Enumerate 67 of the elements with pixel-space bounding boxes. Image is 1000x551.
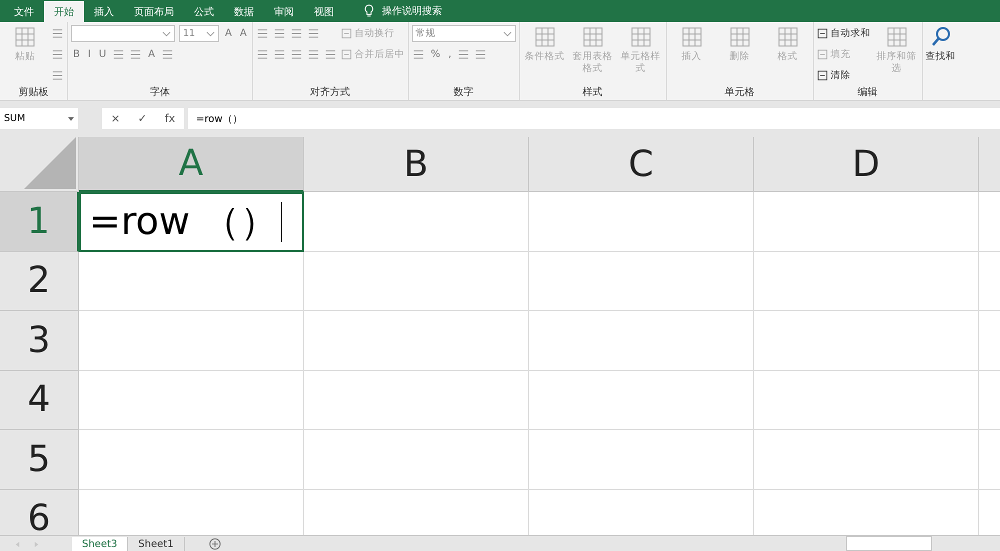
menu-tab[interactable]: 开始 xyxy=(44,1,84,22)
ribbon-button[interactable]: 清除 xyxy=(816,69,851,82)
table-icon xyxy=(884,25,909,49)
sheet-tab[interactable]: Sheet3 xyxy=(72,537,128,551)
triangle-icon xyxy=(24,137,76,189)
format-button[interactable]: , xyxy=(446,49,454,60)
dropdown-field[interactable]: 11 xyxy=(179,25,219,42)
format-button[interactable]: A xyxy=(238,28,249,39)
sheet-tab[interactable]: Sheet1 xyxy=(128,537,185,551)
table-icon xyxy=(532,25,557,49)
find-button[interactable]: 查找和 xyxy=(922,25,959,100)
group-label: 数字 xyxy=(452,86,475,100)
menu-tab[interactable]: 插入 xyxy=(84,1,124,22)
chevron-icon xyxy=(162,30,171,36)
dropdown-field[interactable]: 常规 xyxy=(412,25,516,42)
format-button[interactable]: U xyxy=(96,49,108,60)
formula-input[interactable]: =row（） xyxy=(188,108,1000,129)
row-header[interactable]: 4 xyxy=(0,370,79,430)
group-label: 单元格 xyxy=(724,86,756,100)
tell-me-search[interactable]: 操作说明搜索 xyxy=(382,1,442,22)
group-label: 编辑 xyxy=(856,86,879,100)
group-label: 字体 xyxy=(148,86,171,100)
name-box[interactable]: SUM xyxy=(0,108,78,129)
table-icon xyxy=(776,25,800,49)
row-header[interactable]: 6 xyxy=(0,490,79,535)
lightbulb-icon xyxy=(364,4,374,18)
sheet-nav-icon[interactable] xyxy=(14,541,40,548)
table-icon xyxy=(13,25,37,49)
column-header[interactable]: A xyxy=(79,137,304,192)
column-header[interactable]: B xyxy=(304,137,529,192)
table-icon xyxy=(580,25,605,49)
row-header[interactable]: 5 xyxy=(0,430,79,490)
format-button[interactable]: A xyxy=(223,28,234,39)
row-header[interactable]: 2 xyxy=(0,252,79,311)
select-all-corner[interactable] xyxy=(0,137,79,192)
row-header[interactable]: 1 xyxy=(0,192,79,252)
column-header[interactable]: C xyxy=(529,137,754,192)
ribbon-button[interactable]: 自动求和 xyxy=(816,27,871,40)
format-button[interactable]: A xyxy=(146,49,157,60)
formula-button[interactable]: ✓ xyxy=(138,112,148,125)
row-header[interactable]: 3 xyxy=(0,311,79,370)
horizontal-scrollbar[interactable] xyxy=(846,536,932,551)
dropdown-icon xyxy=(68,116,74,120)
format-button[interactable]: % xyxy=(428,49,442,60)
add-sheet-icon[interactable] xyxy=(208,538,221,550)
text-cursor xyxy=(281,202,282,242)
chevron-icon xyxy=(502,30,512,36)
column-header[interactable]: D xyxy=(754,137,979,192)
formula-button[interactable]: × xyxy=(110,112,120,125)
table-cell: =row （） xyxy=(79,192,304,252)
menu-tab[interactable]: 视图 xyxy=(304,1,344,22)
table-icon xyxy=(680,25,704,49)
formula-button[interactable]: fx xyxy=(164,112,176,125)
menu-tab[interactable]: 页面布局 xyxy=(124,1,184,22)
dropdown-field[interactable] xyxy=(71,25,175,42)
table-icon xyxy=(628,25,653,49)
format-button[interactable]: I xyxy=(86,49,93,60)
menu-tab[interactable]: 公式 xyxy=(184,1,224,22)
group-label: 样式 xyxy=(582,86,604,100)
group-label: 对齐方式 xyxy=(309,86,352,100)
table-icon xyxy=(728,25,752,49)
chevron-icon xyxy=(206,30,215,36)
menu-tab[interactable]: 审阅 xyxy=(264,1,304,22)
group-label: 剪贴板 xyxy=(18,86,50,100)
menu-tab[interactable]: 文件 xyxy=(4,1,44,22)
format-button[interactable]: B xyxy=(71,49,82,60)
menu-tab[interactable]: 数据 xyxy=(224,1,264,22)
